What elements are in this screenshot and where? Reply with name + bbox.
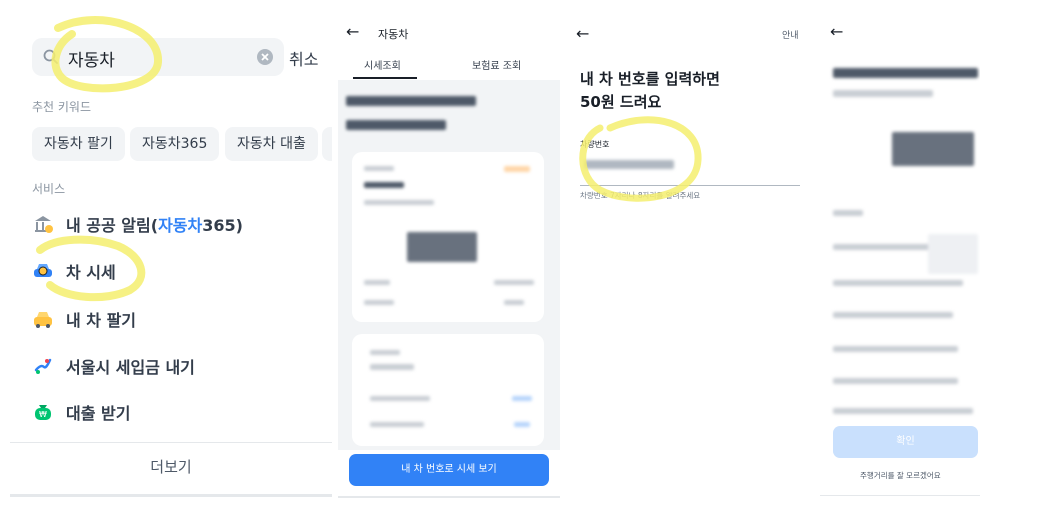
blurred-box: [928, 234, 978, 274]
services-label: 서비스: [32, 182, 66, 196]
blurred-text: [370, 396, 430, 401]
keyword-chip[interactable]: 자동차365: [130, 127, 220, 161]
plate-number-input[interactable]: [580, 152, 800, 182]
blurred-text: [494, 280, 534, 285]
blurred-text: [364, 166, 394, 171]
blurred-text: [514, 422, 530, 427]
blurred-text: [833, 68, 978, 78]
back-arrow-icon[interactable]: ←: [346, 22, 359, 41]
plate-field-label: 차량번호: [580, 140, 610, 149]
car-price-screen: ← 자동차 시세조회 보험료 조회 내 차 번호로 시세 보기: [338, 0, 560, 509]
blurred-text: [364, 300, 394, 305]
blurred-text: [833, 312, 953, 318]
divider: [10, 442, 332, 443]
heading-line-2: 50원 드려요: [580, 93, 662, 111]
heading-line-1: 내 차 번호를 입력하면: [580, 70, 720, 88]
blurred-text: [833, 210, 863, 216]
search-input[interactable]: 자동차: [32, 38, 284, 76]
keyword-chip-overflow[interactable]: [322, 127, 332, 161]
cancel-button[interactable]: 취소: [289, 46, 318, 70]
search-icon: [43, 49, 58, 64]
money-bag-icon: ₩: [35, 405, 51, 420]
search-query: 자동차: [68, 51, 115, 71]
blurred-text: [504, 300, 524, 305]
blurred-text: [833, 90, 933, 97]
blurred-text: [370, 422, 424, 427]
guide-link[interactable]: 안내: [782, 28, 799, 41]
unknown-mileage-link[interactable]: 주행거리를 잘 모르겠어요: [860, 470, 941, 481]
seoul-tax-icon: [34, 358, 52, 374]
info-card: [352, 334, 544, 446]
blurred-text: [370, 364, 414, 370]
tab-price-lookup[interactable]: 시세조회: [364, 57, 401, 72]
blurred-text: [833, 408, 973, 414]
service-label: 내 차 팔기: [66, 311, 137, 330]
plate-field-hint: 차량번호 7자리나 8자리를 알려주세요: [580, 191, 701, 200]
highlighter-mark: [36, 16, 162, 302]
more-button[interactable]: 더보기: [10, 456, 332, 477]
service-label: 대출 받기: [66, 404, 131, 423]
blurred-text: [512, 396, 532, 401]
service-item-public-alert[interactable]: 내 공공 알림(자동차365): [32, 209, 243, 239]
service-label-highlight: 자동차: [158, 216, 203, 235]
car-search-icon: [34, 264, 52, 277]
svg-text:₩: ₩: [39, 410, 47, 419]
clear-icon[interactable]: [256, 48, 274, 66]
blurred-text: [364, 280, 390, 285]
bottom-bar: [338, 496, 560, 498]
blurred-text: [833, 346, 958, 352]
service-label: 서울시 세입금 내기: [66, 358, 195, 377]
bottom-bar: [10, 494, 332, 497]
page-title: 자동차: [378, 28, 409, 41]
blurred-text: [364, 200, 434, 205]
service-label: 내 공공 알림(: [66, 216, 159, 235]
blurred-badge: [504, 166, 530, 172]
blurred-car-image: [407, 232, 477, 262]
service-label: 차 시세: [66, 263, 116, 282]
plate-input-screen: ← 안내 내 차 번호를 입력하면 50원 드려요 차량번호 차량번호 7자리나…: [570, 0, 810, 509]
blurred-text: [346, 96, 476, 106]
service-item-loan[interactable]: ₩ 대출 받기: [32, 397, 130, 427]
blurred-text: [346, 120, 446, 130]
price-card: [352, 152, 544, 322]
recommended-keywords-label: 추천 키워드: [32, 100, 92, 114]
tab-insurance-lookup[interactable]: 보험료 조회: [472, 57, 521, 72]
blurred-plate-value: [584, 160, 674, 169]
keyword-chip[interactable]: 자동차 대출: [225, 127, 318, 161]
keyword-chip[interactable]: 자동차 팔기: [32, 127, 125, 161]
back-arrow-icon[interactable]: ←: [576, 24, 589, 43]
bank-bell-icon: [35, 216, 53, 233]
bottom-bar: [820, 495, 980, 496]
input-underline: [580, 185, 800, 186]
blurred-car-image: [892, 132, 974, 166]
car-info-screen: ← 확인 주행거리를 잘 모르겠어요: [820, 0, 980, 509]
blurred-text: [370, 350, 400, 355]
confirm-button[interactable]: 확인: [833, 426, 978, 458]
blurred-text: [833, 280, 963, 286]
content-area: [338, 80, 560, 450]
search-screen: 자동차 취소 추천 키워드 자동차 팔기 자동차365 자동차 대출 서비스 내…: [10, 0, 332, 509]
service-item-car-price[interactable]: 차 시세: [32, 256, 116, 286]
service-label-suffix: 365): [202, 216, 243, 235]
service-item-sell-car[interactable]: 내 차 팔기: [32, 304, 136, 334]
blurred-text: [364, 182, 404, 188]
service-item-seoul-tax[interactable]: 서울시 세입금 내기: [32, 351, 195, 381]
back-arrow-icon[interactable]: ←: [830, 22, 843, 41]
view-price-by-plate-button[interactable]: 내 차 번호로 시세 보기: [349, 454, 549, 486]
car-sell-icon: [34, 312, 52, 328]
active-tab-indicator: [353, 77, 417, 79]
blurred-text: [833, 378, 958, 384]
